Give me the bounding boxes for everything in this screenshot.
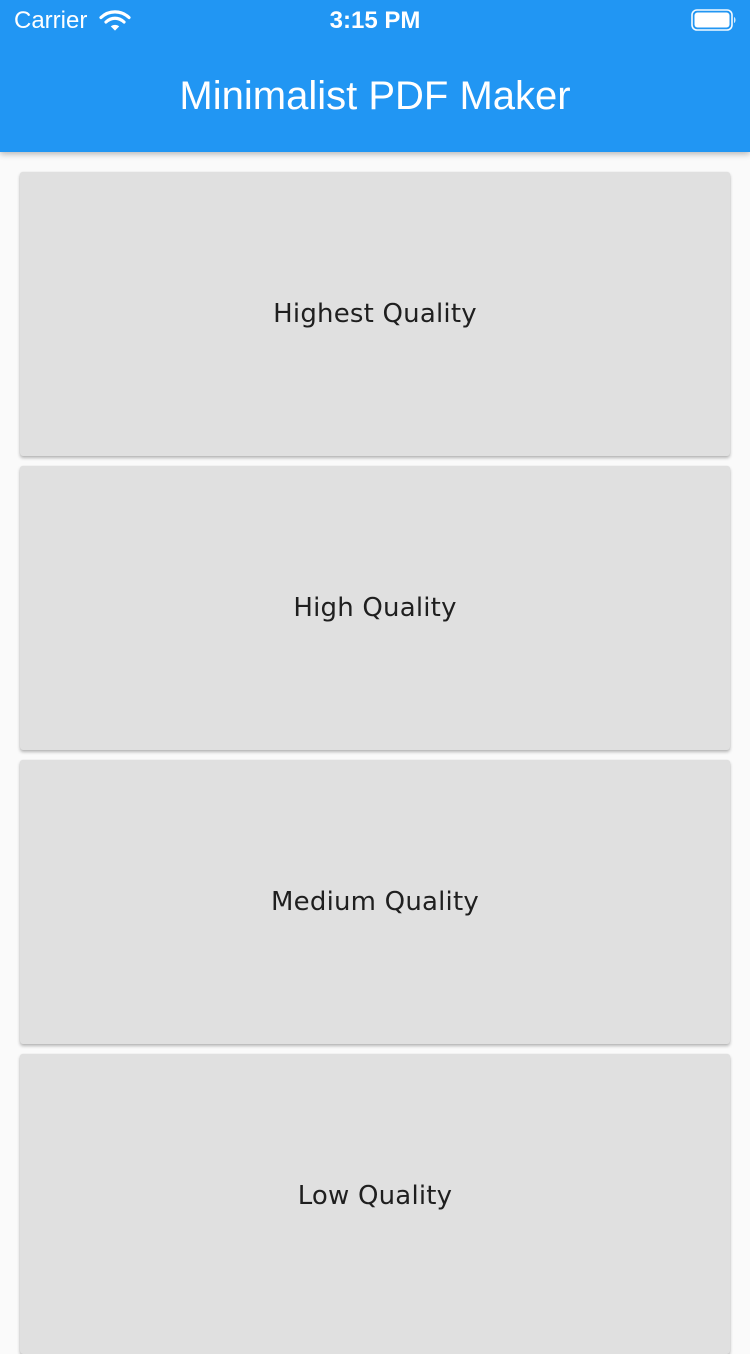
high-quality-label: High Quality (293, 593, 457, 623)
status-bar: Carrier 3:15 PM (0, 0, 750, 40)
status-time: 3:15 PM (329, 7, 421, 34)
highest-quality-button[interactable]: Highest Quality (20, 172, 730, 456)
quality-options-list: Highest Quality High Quality Medium Qual… (20, 172, 730, 1354)
battery-icon (691, 9, 736, 31)
low-quality-button[interactable]: Low Quality (20, 1054, 730, 1354)
high-quality-button[interactable]: High Quality (20, 466, 730, 750)
highest-quality-label: Highest Quality (273, 299, 477, 329)
page-title: Minimalist PDF Maker (179, 74, 571, 118)
app-bar: Carrier 3:15 PM Minimalist PDF Maker (0, 0, 750, 152)
low-quality-label: Low Quality (297, 1181, 453, 1211)
medium-quality-label: Medium Quality (271, 887, 479, 917)
medium-quality-button[interactable]: Medium Quality (20, 760, 730, 1044)
